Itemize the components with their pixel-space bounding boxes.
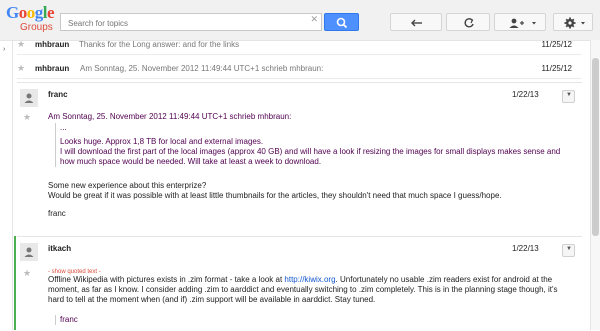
row-author: mhbraun: [35, 40, 70, 49]
chevron-down-icon: ▼: [566, 246, 572, 252]
collapsed-message-row[interactable]: ★ mhbraun Am Sonntag, 25. November 2012 …: [17, 58, 582, 79]
add-person-icon: [509, 18, 536, 28]
person-icon: [24, 247, 34, 257]
message-card-itkach: ★ itkach 1/22/13 ▼ - show quoted text - …: [17, 236, 582, 331]
message-menu-button[interactable]: ▼: [562, 90, 575, 103]
google-groups-logo[interactable]: Google Groups: [6, 4, 60, 36]
gear-icon: [564, 17, 585, 29]
row-date: 11/25/12: [541, 64, 572, 73]
search-input[interactable]: [66, 15, 300, 31]
message-author[interactable]: franc: [48, 90, 68, 99]
logo-groups-text: Groups: [20, 22, 53, 33]
avatar: [20, 243, 38, 261]
row-snippet: Thanks for the Long answer: and for the …: [79, 40, 240, 49]
message-date: 1/22/13: [512, 244, 539, 253]
search-button[interactable]: [324, 13, 359, 31]
quote-header: Am Sonntag, 25. November 2012 11:49:44 U…: [48, 112, 292, 121]
chevron-down-icon: ▼: [566, 92, 572, 98]
avatar: [20, 89, 38, 107]
search-box[interactable]: ✕: [60, 13, 322, 31]
message-date: 1/22/13: [512, 90, 539, 99]
quote-line: how much space would be needed. Will tak…: [60, 157, 322, 166]
row-snippet: Am Sonntag, 25. November 2012 11:49:44 U…: [80, 64, 324, 73]
message-author[interactable]: itkach: [48, 244, 71, 253]
search-icon: [336, 17, 348, 29]
message-body-line: Some new experience about this enterpriz…: [48, 181, 207, 190]
back-button[interactable]: [390, 13, 442, 31]
kiwix-link[interactable]: http://kiwix.org: [284, 275, 335, 284]
message-body-line: Offline Wikipedia with pictures exists i…: [48, 275, 553, 284]
star-icon[interactable]: ★: [23, 112, 31, 123]
refresh-button[interactable]: [446, 13, 490, 31]
left-nav-strip: ›: [0, 40, 13, 330]
message-body-line: hard to tell at the moment when (and if)…: [48, 295, 376, 304]
settings-button[interactable]: [553, 13, 593, 31]
expand-nav-icon[interactable]: ›: [3, 46, 5, 53]
message-body-line: Would be great if it was possible with a…: [48, 191, 502, 200]
quoted-text: ... Looks huge. Approx 1,8 TB for local …: [55, 123, 580, 167]
back-arrow-icon: [411, 19, 422, 27]
row-author: mhbraun: [35, 64, 70, 73]
logo-google-text: Google: [6, 3, 55, 22]
star-icon[interactable]: ★: [17, 39, 25, 50]
message-body-line: moment, as far as I know. I consider add…: [48, 285, 558, 294]
star-icon[interactable]: ★: [17, 63, 25, 74]
row-date: 11/25/12: [541, 40, 572, 49]
quote-line: I will download the first part of the lo…: [60, 147, 561, 156]
quote-ellipsis: ...: [60, 123, 67, 132]
refresh-icon: [464, 17, 474, 28]
message-menu-button[interactable]: ▼: [562, 244, 575, 257]
person-icon: [24, 93, 34, 103]
message-card-franc: ★ franc 1/22/13 ▼ Am Sonntag, 25. Novemb…: [17, 82, 582, 233]
message-signature: franc: [48, 209, 66, 218]
add-person-button[interactable]: [494, 13, 546, 31]
unread-marker: [14, 236, 16, 330]
quoted-signature: franc: [55, 315, 78, 325]
star-icon[interactable]: ★: [23, 268, 31, 279]
scrollbar-thumb[interactable]: [592, 58, 599, 236]
clear-search-icon[interactable]: ✕: [310, 14, 318, 25]
quote-line: Looks huge. Approx 1,8 TB for local and …: [60, 137, 264, 146]
collapsed-message-row[interactable]: ★ mhbraun Thanks for the Long answer: an…: [17, 34, 582, 55]
